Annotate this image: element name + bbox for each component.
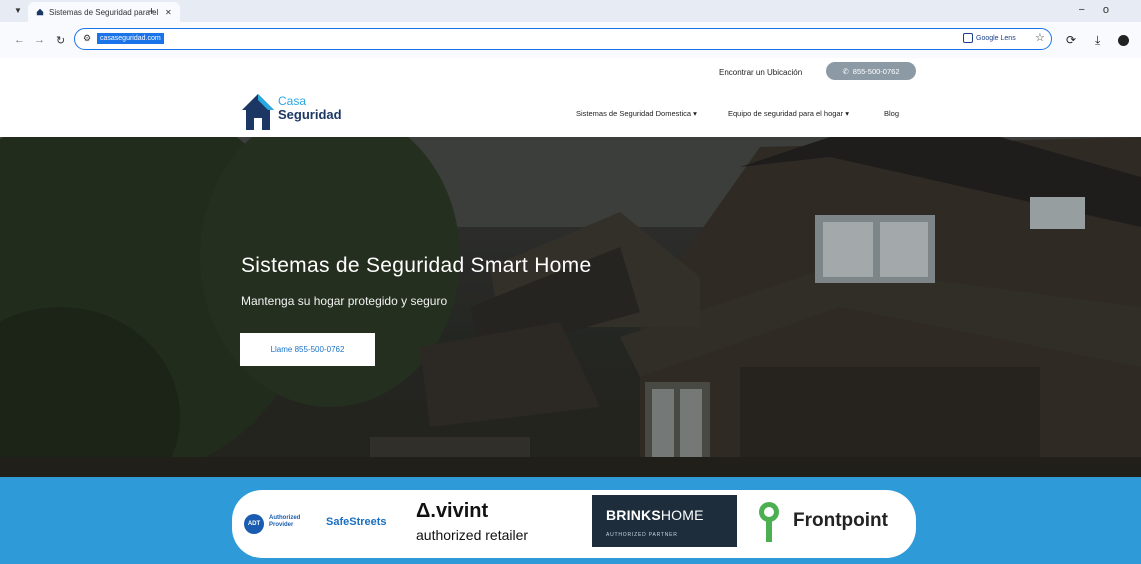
site-logo[interactable]: Casa Seguridad [240, 92, 364, 132]
brinks-authorized-text: AUTHORIZED PARTNER [606, 532, 678, 538]
browser-toolbar: ← → ↻ ⚙ casaseguridad.com Google Lens ☆ … [0, 22, 1141, 58]
home-word: HOME [660, 507, 704, 523]
forward-icon[interactable]: → [34, 34, 45, 46]
nav-label: Equipo de seguridad para el hogar [728, 109, 844, 118]
hero-call-button[interactable]: Llame 855-500-0762 [240, 333, 375, 366]
profile-avatar[interactable] [1118, 35, 1129, 46]
new-tab-icon[interactable]: + [148, 4, 155, 18]
maximize-icon[interactable]: o [1103, 4, 1127, 16]
tab-title: Sistemas de Seguridad para el [49, 7, 159, 17]
logo-word-casa: Casa [278, 94, 307, 108]
vivint-logo: Δ.vivint [416, 500, 488, 523]
browser-tab[interactable]: Sistemas de Seguridad para el ✕ [28, 2, 180, 22]
house-logo-icon [242, 94, 274, 130]
download-icon[interactable]: ⤓ [1095, 33, 1100, 48]
chevron-down-icon: ▾ [845, 109, 849, 118]
reload-icon[interactable]: ↻ [56, 34, 65, 47]
frontpoint-logo: Frontpoint [793, 510, 888, 531]
nav-item-blog[interactable]: Blog [884, 109, 899, 118]
extensions-icon[interactable]: ⟳ [1066, 33, 1076, 47]
address-bar[interactable]: ⚙ casaseguridad.com Google Lens ☆ [74, 28, 1052, 50]
tab-close-icon[interactable]: ✕ [165, 8, 172, 17]
adt-logo: ADT [244, 514, 264, 534]
hero-subtitle: Mantenga su hogar protegido y seguro [241, 294, 448, 308]
hero-banner [0, 137, 1141, 477]
safestreets-logo: SafeStreets [326, 516, 387, 528]
bookmark-star-icon[interactable]: ☆ [1035, 31, 1045, 44]
logo-word-seguridad: Seguridad [278, 107, 342, 122]
address-url[interactable]: casaseguridad.com [97, 33, 164, 44]
adt-authorized-text: Authorized Provider [269, 515, 301, 528]
chevron-down-icon: ▾ [693, 109, 697, 118]
phone-icon: ✆ [842, 66, 849, 76]
brinks-home-wordmark: BRINKSHOME [606, 507, 704, 523]
brinks-word: BRINKS [606, 507, 661, 523]
tab-search-icon[interactable]: ▼ [14, 6, 22, 15]
favicon-icon [36, 8, 44, 16]
window-controls[interactable]: −o [1078, 4, 1127, 16]
nav-item-sistemas[interactable]: Sistemas de Seguridad Domestica ▾ [576, 109, 697, 118]
vivint-delta-icon: Δ. [416, 500, 436, 522]
nav-item-equipo[interactable]: Equipo de seguridad para el hogar ▾ [728, 109, 849, 118]
lens-icon [963, 33, 973, 43]
vivint-word: vivint [435, 500, 489, 522]
site-info-icon[interactable]: ⚙ [83, 33, 91, 44]
header-phone-button[interactable]: ✆ 855-500-0762 [826, 62, 916, 80]
browser-tab-bar: ▼ Sistemas de Seguridad para el ✕ + −o [0, 0, 1141, 22]
header-phone-label: 855-500-0762 [852, 66, 900, 76]
google-lens-button[interactable]: Google Lens [963, 33, 1016, 43]
lens-label: Google Lens [976, 34, 1016, 42]
nav-label: Blog [884, 109, 900, 118]
find-location-link[interactable]: Encontrar un Ubicación [719, 68, 802, 77]
minimize-icon[interactable]: − [1078, 4, 1102, 16]
back-icon[interactable]: ← [14, 34, 25, 46]
vivint-authorized-text: authorized retailer [416, 527, 529, 543]
nav-label: Sistemas de Seguridad Domestica [576, 109, 692, 118]
hero-background-image [0, 137, 1141, 477]
hero-title: Sistemas de Seguridad Smart Home [241, 254, 592, 277]
frontpoint-pin-icon [759, 502, 779, 542]
